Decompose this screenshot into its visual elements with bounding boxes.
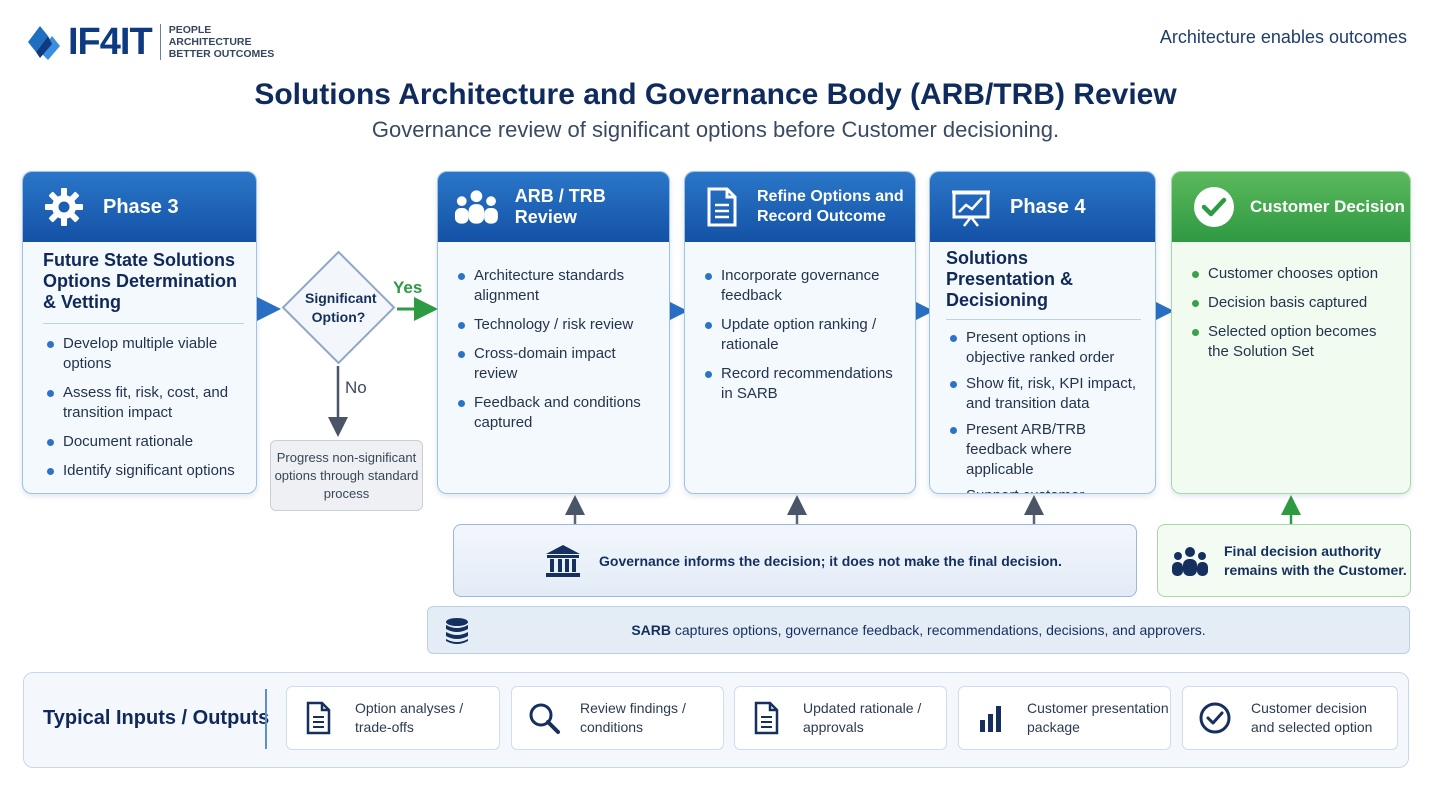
refine-title: Refine Options and Record Outcome: [757, 188, 904, 225]
list-item: Update option ranking / rationale: [701, 315, 899, 355]
phase4-subhead: Solutions Presentation & Decisioning: [946, 248, 1141, 320]
phase4-card: Phase 4 Solutions Presentation & Decisio…: [929, 171, 1156, 494]
list-item: Technology / risk review: [454, 315, 653, 335]
document-icon: [306, 701, 331, 735]
phase3-bullets: Develop multiple viable options Assess f…: [43, 334, 240, 481]
phase4-header: Phase 4: [930, 172, 1155, 242]
check-circle-icon: [1194, 187, 1234, 227]
io-item-customer-presentation: Customer presentation package: [958, 686, 1171, 750]
top-right-tagline: Architecture enables outcomes: [1159, 27, 1407, 47]
list-item: Customer chooses option: [1188, 264, 1394, 284]
arb-header: ARB / TRB Review: [438, 172, 669, 242]
gear-icon: [45, 188, 83, 226]
customer-bullets: Customer chooses option Decision basis c…: [1188, 264, 1394, 362]
document-icon: [707, 187, 737, 227]
io-item-text: Customer decision and selected option: [1251, 700, 1373, 735]
database-icon: [446, 618, 468, 644]
phase4-bullets: Present options in objective ranked orde…: [946, 328, 1141, 493]
refine-card: Refine Options and Record Outcome Incorp…: [684, 171, 916, 494]
non-significant-path: Progress non-significant options through…: [270, 440, 423, 511]
brand-name: IF4IT: [68, 20, 153, 63]
refine-bullets: Incorporate governance feedback Update o…: [701, 266, 899, 404]
authority-note: Final decision authority remains with th…: [1157, 524, 1411, 597]
brand-divider: [159, 24, 161, 60]
phase4-title: Phase 4: [1010, 195, 1086, 218]
document-icon: [754, 701, 779, 735]
if4it-logo-icon: [28, 26, 60, 60]
customer-decision-card: Customer Decision Customer chooses optio…: [1171, 171, 1411, 494]
customer-header: Customer Decision: [1172, 172, 1410, 242]
list-item: Decision basis captured: [1188, 293, 1394, 313]
page-subtitle: Governance review of significant options…: [371, 117, 1060, 142]
list-item: Present ARB/TRB feedback where applicabl…: [946, 420, 1141, 480]
decision-no-label: No: [345, 378, 367, 397]
list-item: Feedback and conditions captured: [454, 393, 653, 433]
list-item: Support customer discussion: [946, 486, 1141, 493]
customer-title: Customer Decision: [1250, 197, 1405, 216]
list-item: Show fit, risk, KPI impact, and transiti…: [946, 374, 1141, 414]
list-item: Record recommendations in SARB: [701, 364, 899, 404]
sarb-text: SARB captures options, governance feedba…: [631, 622, 1206, 638]
io-item-review-findings: Review findings / conditions: [511, 686, 724, 750]
io-item-updated-rationale: Updated rationale / approvals: [734, 686, 947, 750]
io-item-text: Review findings / conditions: [580, 700, 686, 735]
phase3-title: Phase 3: [103, 195, 179, 218]
io-item-option-analyses: Option analyses / trade-offs: [286, 686, 500, 750]
io-item-text: Customer presentation package: [1027, 700, 1169, 735]
phase3-header: Phase 3: [23, 172, 256, 242]
io-item-customer-decision: Customer decision and selected option: [1182, 686, 1398, 750]
institution-icon: [546, 545, 580, 577]
people-group-icon: [1172, 547, 1208, 576]
authority-note-text: Final decision authority remains with th…: [1224, 542, 1407, 578]
list-item: Present options in objective ranked orde…: [946, 328, 1141, 368]
bar-chart-icon: [980, 706, 1001, 732]
list-item: Incorporate governance feedback: [701, 266, 899, 306]
list-item: Architecture standards alignment: [454, 266, 653, 306]
list-item: Cross-domain impact review: [454, 344, 653, 384]
list-item: Identify significant options: [43, 461, 240, 481]
governance-note-text: Governance informs the decision; it does…: [599, 552, 1062, 569]
arb-review-card: ARB / TRB Review Architecture standards …: [437, 171, 670, 494]
governance-note: Governance informs the decision; it does…: [453, 524, 1137, 597]
list-item: Document rationale: [43, 432, 240, 452]
sarb-bar: SARB captures options, governance feedba…: [427, 606, 1410, 654]
check-circle-icon: [1199, 702, 1231, 734]
io-item-text: Updated rationale / approvals: [803, 700, 922, 735]
io-item-text: Option analyses / trade-offs: [355, 700, 464, 735]
decision-yes-label: Yes: [393, 278, 423, 297]
refine-header: Refine Options and Record Outcome: [685, 172, 915, 242]
list-item: Develop multiple viable options: [43, 334, 240, 374]
magnifier-icon: [529, 703, 560, 734]
phase3-subhead: Future State Solutions Options Determina…: [43, 250, 244, 324]
page-title: Solutions Architecture and Governance Bo…: [254, 78, 1177, 111]
arb-bullets: Architecture standards alignment Technol…: [454, 266, 653, 433]
list-item: Selected option becomes the Solution Set: [1188, 322, 1394, 362]
inputs-outputs-label: Typical Inputs / Outputs: [43, 707, 270, 729]
decision-question: Significant Option?: [305, 290, 377, 325]
phase3-card: Phase 3 Future State Solutions Options D…: [22, 171, 257, 494]
list-item: Assess fit, risk, cost, and transition i…: [43, 383, 240, 423]
brand-logo: IF4IT PEOPLE ARCHITECTURE BETTER OUTCOME…: [24, 20, 324, 64]
presentation-icon: [952, 190, 990, 227]
arb-title: ARB / TRB Review: [514, 186, 606, 227]
brand-tagline: PEOPLE ARCHITECTURE BETTER OUTCOMES: [168, 24, 275, 60]
people-group-icon: [454, 190, 498, 224]
inputs-outputs-divider: [265, 689, 267, 749]
